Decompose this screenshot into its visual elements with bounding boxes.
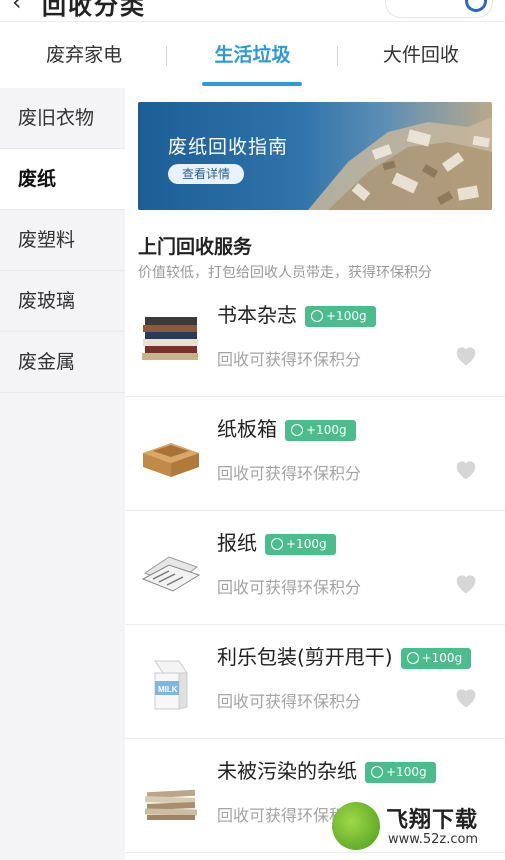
item-description: 回收可获得环保积: [217, 806, 346, 825]
tab-divider: [166, 46, 167, 66]
item-name: 书本杂志 +100g: [217, 299, 376, 328]
tab-appliances[interactable]: 废弃家电: [0, 22, 168, 88]
books-icon: [142, 317, 198, 360]
item-description: 回收可获得环保积分: [217, 692, 362, 711]
paper-stack-icon: [144, 789, 198, 820]
item-description: 回收可获得环保积分: [217, 350, 362, 369]
newspaper-icon: [141, 556, 201, 592]
top-header: ‹ 回收分类: [0, 0, 505, 22]
points-badge: +100g: [305, 306, 376, 327]
item-description: 回收可获得环保积分: [217, 578, 362, 597]
points-badge: +100g: [285, 420, 356, 441]
sidebar-item-paper[interactable]: 废纸: [0, 149, 125, 210]
main-content: 废纸回收指南 查看详情 上门回收服务 价值较低，打包给回收人员带走，获得环保积分…: [125, 88, 505, 860]
watermark-text: 飞翔下载: [386, 808, 479, 833]
item-description: 回收可获得环保积分: [217, 464, 362, 483]
item-name: 利乐包装(剪开甩干) +100g: [217, 641, 472, 670]
sidebar-item-glass[interactable]: 废玻璃: [0, 271, 125, 332]
item-name: 纸板箱 +100g: [217, 413, 356, 442]
clock-icon: [311, 310, 323, 322]
section-title: 上门回收服务: [138, 236, 253, 258]
tab-household-waste[interactable]: 生活垃圾: [168, 22, 336, 88]
points-badge: +100g: [365, 762, 436, 783]
points-badge: +100g: [265, 534, 336, 555]
list-item[interactable]: 纸板箱 +100g 回收可获得环保积分: [125, 397, 505, 511]
heart-icon[interactable]: [452, 683, 480, 711]
list-item[interactable]: 书本杂志 +100g 回收可获得环保积分: [125, 283, 505, 397]
watermark: 飞翔下载 www.52z.com: [332, 800, 502, 856]
item-name: 报纸 +100g: [217, 527, 336, 556]
cardboard-box-icon: [143, 443, 199, 477]
view-details-button[interactable]: 查看详情: [168, 164, 244, 184]
clock-icon: [291, 424, 303, 436]
back-arrow-icon[interactable]: ‹: [12, 0, 22, 16]
heart-icon[interactable]: [452, 569, 480, 597]
tab-bulky-items[interactable]: 大件回收: [337, 22, 505, 88]
list-item[interactable]: MILK 利乐包装(剪开甩干) +100g 回收可获得环保积分: [125, 625, 505, 739]
page-title: 回收分类: [42, 0, 146, 20]
milk-carton-icon: MILK: [154, 660, 188, 710]
paper-recycling-banner[interactable]: 废纸回收指南 查看详情: [138, 102, 492, 210]
clock-icon: [271, 538, 283, 550]
svg-text:MILK: MILK: [158, 685, 178, 694]
banner-title: 废纸回收指南: [168, 136, 289, 158]
list-item[interactable]: 报纸 +100g 回收可获得环保积分: [125, 511, 505, 625]
item-name: 未被污染的杂纸 +100g: [217, 755, 436, 784]
heart-icon[interactable]: [452, 455, 480, 483]
sidebar-item-plastic[interactable]: 废塑料: [0, 210, 125, 271]
clock-icon: [406, 652, 419, 664]
sidebar-item-metal[interactable]: 废金属: [0, 332, 125, 393]
heart-icon[interactable]: [452, 341, 480, 369]
category-tabs: 废弃家电 生活垃圾 大件回收: [0, 22, 505, 88]
watermark-url: www.52z.com: [388, 832, 479, 847]
watermark-logo-icon: [332, 802, 380, 850]
section-subtitle: 价值较低，打包给回收人员带走，获得环保积分: [138, 265, 432, 281]
sidebar-item-old-clothes[interactable]: 废旧衣物: [0, 88, 125, 149]
clock-icon: [371, 766, 383, 778]
points-badge: +100g: [400, 648, 472, 669]
sidebar: 废旧衣物 废纸 废塑料 废玻璃 废金属: [0, 88, 125, 860]
tab-divider: [337, 46, 338, 66]
